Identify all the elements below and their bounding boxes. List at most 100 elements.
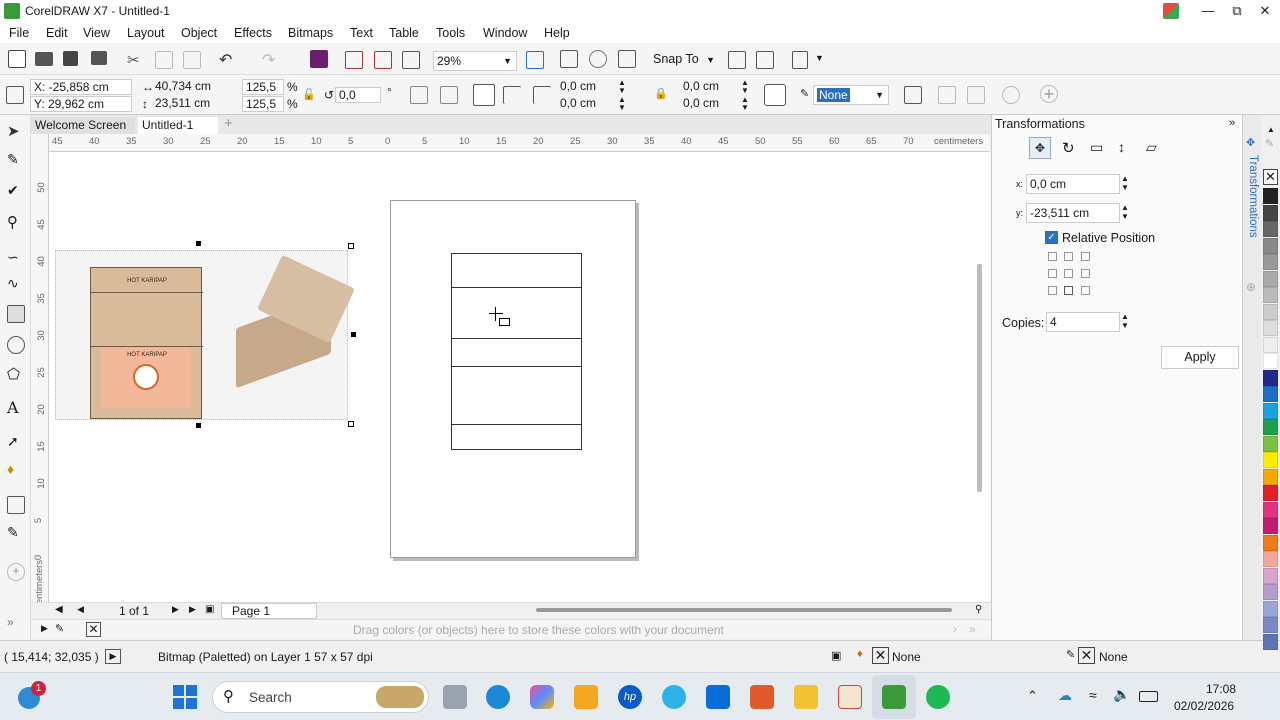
corner-radius-bottom-right[interactable]: 0,0 cm [680, 96, 742, 112]
help-app-icon[interactable] [662, 685, 686, 709]
palette-swatch[interactable] [1263, 419, 1278, 435]
corner-radius-bottom-left[interactable]: 0,0 cm [557, 96, 619, 112]
selection-handle[interactable] [196, 423, 201, 428]
taskbar-search[interactable]: ⚲ Search [212, 681, 429, 713]
save-icon[interactable] [63, 51, 78, 66]
palette-swatch[interactable] [1263, 518, 1278, 534]
pick-tool-icon[interactable]: ➤ [7, 122, 25, 140]
menu-object[interactable]: Object [181, 26, 217, 40]
welcome-screen-icon[interactable] [792, 51, 808, 69]
y-transform-field[interactable]: -23,511 cm [1026, 203, 1120, 223]
height-field[interactable]: 23,511 cm [152, 96, 234, 112]
edge-icon[interactable] [486, 685, 510, 709]
restore-button[interactable]: ⧉ [1222, 0, 1252, 22]
copilot-icon[interactable] [530, 685, 554, 709]
close-button[interactable]: ✕ [1250, 0, 1280, 22]
polygon-tool-icon[interactable]: ⬠ [7, 365, 25, 383]
add-icon[interactable]: + [1040, 85, 1058, 103]
spinner-icon[interactable]: ▲ ▼ [741, 79, 749, 95]
show-rulers-icon[interactable] [560, 50, 578, 68]
import-icon[interactable] [345, 51, 363, 69]
palette-swatch[interactable] [1263, 386, 1278, 402]
selection-handle[interactable] [351, 332, 356, 337]
wrap-text-icon[interactable] [904, 86, 922, 104]
to-back-icon[interactable] [967, 86, 985, 104]
menu-table[interactable]: Table [389, 26, 419, 40]
office-app-icon[interactable] [750, 685, 774, 709]
x-transform-field[interactable]: 0,0 cm [1026, 174, 1120, 194]
no-color-swatch[interactable]: ✕ [86, 622, 101, 637]
transformations-tab-icon[interactable]: ✥ [1246, 136, 1255, 149]
lock-ratio-icon[interactable]: 🔓 [302, 88, 316, 101]
tab-transformations[interactable]: Transformations [1245, 155, 1259, 245]
palette-swatch[interactable] [1263, 369, 1278, 386]
menu-window[interactable]: Window [483, 26, 527, 40]
palette-swatch[interactable] [1263, 336, 1278, 353]
zoom-to-page-icon[interactable] [526, 51, 544, 69]
document-page[interactable] [390, 200, 636, 558]
menu-edit[interactable]: Edit [46, 26, 68, 40]
mirror-vertical-icon[interactable] [440, 86, 458, 104]
crop-tool-icon[interactable]: ✔ [7, 182, 25, 200]
expand-icon[interactable]: » [7, 615, 25, 633]
palette-swatch[interactable] [1263, 270, 1278, 287]
corel-photo-icon[interactable] [838, 685, 862, 709]
application-launcher-icon[interactable] [756, 51, 774, 69]
selection-handle[interactable] [196, 241, 201, 246]
copies-spinner-icon[interactable]: ▲ ▼ [1121, 312, 1129, 330]
palette-swatch[interactable] [1263, 254, 1278, 270]
outline-width-select[interactable]: None ▼ [813, 85, 889, 105]
convert-to-curves-icon[interactable] [1002, 86, 1020, 104]
palette-swatch[interactable] [1263, 221, 1278, 237]
scalloped-corner-icon[interactable] [503, 86, 521, 104]
round-corner-icon[interactable] [473, 84, 495, 106]
next-page-icon[interactable]: ▶ [172, 604, 179, 615]
position-tab-icon[interactable]: ✥ [1029, 137, 1051, 159]
palette-swatch[interactable] [1263, 287, 1278, 303]
artistic-media-icon[interactable]: ∿ [7, 275, 25, 293]
scale-x-field[interactable]: 125,5 [242, 79, 284, 95]
scale-tab-icon[interactable]: ▭ [1090, 139, 1103, 156]
onedrive-icon[interactable]: ☁ [1058, 687, 1072, 704]
eyedropper-icon[interactable]: ✎ [55, 622, 64, 635]
snap-to-dropdown[interactable]: Snap To ▼ [653, 52, 715, 66]
print-icon[interactable] [91, 51, 107, 65]
spinner-icon[interactable]: ▲ ▼ [741, 96, 749, 112]
battery-icon[interactable] [1139, 691, 1158, 702]
width-field[interactable]: 40,734 cm [152, 79, 234, 95]
connector-tool-icon[interactable]: ♦ [7, 461, 25, 479]
vertical-ruler[interactable]: 50 45 40 35 30 25 20 15 10 5 0 centimeters [31, 134, 49, 609]
palette-swatch[interactable] [1263, 633, 1278, 650]
horizontal-scrollbar[interactable] [536, 608, 952, 612]
scroll-right-icon[interactable]: › [953, 622, 957, 636]
clock-date[interactable]: 02/02/2026 [1174, 699, 1234, 713]
minimize-button[interactable]: — [1193, 0, 1223, 22]
clock-time[interactable]: 17:08 [1206, 682, 1236, 696]
rectangle-tool-icon[interactable] [7, 305, 25, 323]
drawing-canvas[interactable]: HOT KARIPAP HOT KARIPAP [49, 152, 990, 602]
text-tool-icon[interactable]: A [7, 398, 25, 417]
tab-untitled-1[interactable]: Untitled-1 [138, 117, 218, 134]
chamfered-corner-icon[interactable] [533, 86, 551, 104]
hp-icon[interactable]: hp [618, 685, 642, 709]
y-spinner-icon[interactable]: ▲ ▼ [1121, 203, 1129, 221]
chevron-down-icon[interactable]: ▼ [815, 53, 824, 63]
no-color-swatch[interactable]: ✕ [1263, 169, 1278, 185]
relative-corner-scaling-icon[interactable] [764, 84, 786, 106]
menu-view[interactable]: View [83, 26, 110, 40]
office-icon[interactable] [1163, 3, 1179, 19]
publish-pdf-icon[interactable] [402, 51, 420, 69]
palette-swatch[interactable] [1263, 452, 1278, 468]
menu-file[interactable]: File [9, 26, 29, 40]
fill-none-swatch[interactable]: ✕ [872, 647, 889, 664]
options-icon[interactable] [728, 51, 746, 69]
copy-icon[interactable] [155, 51, 173, 69]
tab-welcome-screen[interactable]: Welcome Screen [31, 117, 135, 134]
palette-swatch[interactable] [1263, 353, 1278, 369]
shape-tool-icon[interactable]: ✎ [7, 151, 25, 169]
outlook-icon[interactable] [706, 685, 730, 709]
menu-help[interactable]: Help [544, 26, 570, 40]
eyedropper-tool-icon[interactable]: ✎ [7, 524, 25, 542]
size-tab-icon[interactable]: ↕ [1118, 139, 1125, 155]
anchor-point-grid[interactable] [1048, 252, 1090, 296]
